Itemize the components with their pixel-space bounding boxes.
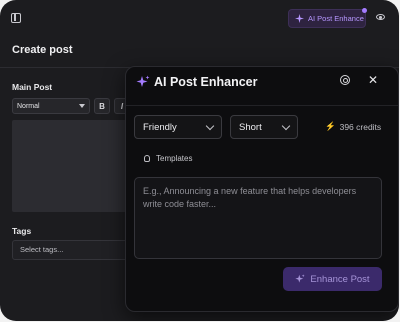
- editor-toolbar: Normal B I: [12, 98, 130, 116]
- eye-icon[interactable]: [376, 14, 385, 20]
- sparkle-icon: [295, 14, 304, 23]
- chevron-down-icon: [281, 121, 291, 130]
- tone-value: Friendly: [143, 121, 177, 133]
- close-icon[interactable]: ✕: [368, 73, 378, 87]
- length-value: Short: [239, 121, 262, 133]
- panel-header: AI Post Enhancer ✕: [126, 67, 398, 106]
- main-post-label: Main Post: [12, 82, 53, 92]
- templates-button[interactable]: Templates: [144, 154, 192, 163]
- credits-text: 396 credits: [339, 121, 382, 132]
- sidebar-toggle-icon[interactable]: [11, 13, 21, 23]
- enhance-post-button[interactable]: Enhance Post: [283, 267, 382, 291]
- app-window: AI Post Enhance Create post Main Post No…: [0, 0, 399, 321]
- format-select[interactable]: Normal: [12, 98, 90, 114]
- sparkle-icon: [295, 274, 306, 283]
- bulb-icon: [144, 155, 150, 162]
- ai-chip-label: AI Post Enhance: [308, 14, 364, 23]
- page-title: Create post: [12, 44, 73, 56]
- caret-down-icon: [79, 104, 85, 108]
- prompt-textarea[interactable]: E.g., Announcing a new feature that help…: [134, 177, 382, 259]
- gear-icon[interactable]: [340, 75, 350, 85]
- tags-label: Tags: [12, 226, 32, 236]
- chevron-down-icon: [205, 121, 215, 130]
- ai-post-enhancer-panel: AI Post Enhancer ✕ Friendly Short ⚡ 396 …: [125, 66, 399, 312]
- enhance-post-label: Enhance Post: [310, 273, 370, 285]
- tone-dropdown[interactable]: Friendly: [134, 115, 222, 139]
- bold-button[interactable]: B: [94, 98, 110, 114]
- top-bar: AI Post Enhance: [0, 0, 399, 36]
- length-dropdown[interactable]: Short: [230, 115, 298, 139]
- ai-post-enhance-button[interactable]: AI Post Enhance: [288, 8, 367, 28]
- notification-dot: [362, 8, 367, 13]
- credits-indicator: ⚡ 396 credits: [325, 121, 381, 132]
- panel-title: AI Post Enhancer: [154, 75, 258, 89]
- sparkle-icon: [136, 75, 150, 87]
- format-select-value: Normal: [17, 102, 40, 110]
- templates-label: Templates: [156, 154, 193, 163]
- bolt-icon: ⚡: [325, 121, 336, 131]
